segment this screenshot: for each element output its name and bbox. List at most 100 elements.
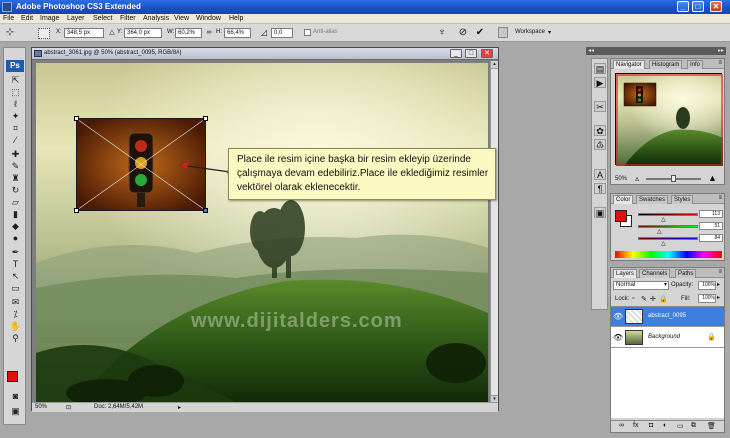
transform-handle-tl[interactable] (74, 116, 79, 121)
menu-edit[interactable]: Edit (21, 15, 33, 22)
tab-layers[interactable]: Layers (613, 269, 638, 278)
green-value[interactable]: 51 (699, 222, 723, 230)
dodge-tool-icon[interactable]: ● (9, 233, 22, 244)
blue-value[interactable]: 84 (699, 234, 723, 242)
navigator-zoom-value[interactable]: 50% (615, 176, 627, 182)
menu-view[interactable]: View (174, 15, 189, 22)
slice-tool-icon[interactable]: ⁄ (9, 135, 22, 146)
screen-mode-icon[interactable]: ▣ (9, 406, 22, 417)
tab-info[interactable]: Info (687, 60, 704, 69)
opacity-arrow-icon[interactable]: ▸ (717, 281, 720, 288)
type-tool-icon[interactable]: T (9, 259, 22, 270)
minimize-button[interactable]: _ (677, 1, 689, 12)
green-slider-thumb[interactable]: △ (657, 228, 662, 235)
transform-handle-br[interactable] (203, 208, 208, 213)
layer-name[interactable]: Background (648, 334, 680, 340)
transform-handle-tr[interactable] (203, 116, 208, 121)
quick-mask-icon[interactable]: ◙ (9, 391, 22, 402)
blur-tool-icon[interactable]: ◆ (9, 221, 22, 232)
fill-arrow-icon[interactable]: ▸ (717, 294, 720, 301)
blue-slider-thumb[interactable]: △ (661, 240, 666, 247)
width-field[interactable]: 60,2% (175, 28, 202, 38)
clone-source-icon[interactable]: ♳ (594, 139, 606, 150)
layer-mask-icon[interactable]: ◘ (649, 422, 653, 429)
palette-well-icon[interactable] (498, 27, 508, 38)
eraser-tool-icon[interactable]: ▱ (9, 197, 22, 208)
eyedropper-icon[interactable]: ⁒ (9, 309, 22, 320)
blend-mode-select[interactable]: Normal ▾ (613, 281, 669, 290)
foreground-color-swatch[interactable] (7, 371, 18, 382)
menu-help[interactable]: Help (229, 15, 243, 22)
transform-handle-bl[interactable] (74, 208, 79, 213)
history-panel-icon[interactable]: ▤ (594, 63, 606, 74)
link-layers-icon[interactable]: ∞ (619, 422, 624, 429)
pen-tool-icon[interactable]: ✒ (9, 247, 22, 258)
notes-tool-icon[interactable]: ✉ (9, 297, 22, 308)
clone-stamp-icon[interactable]: ♜ (9, 173, 22, 184)
path-selection-icon[interactable]: ↖ (9, 271, 22, 282)
vertical-scrollbar[interactable]: ▴ ▾ (490, 61, 498, 403)
y-position-field[interactable]: 364,0 px (124, 28, 162, 38)
color-fg-swatch[interactable] (615, 210, 627, 222)
delete-layer-icon[interactable]: 🗑 (707, 422, 716, 430)
layer-name[interactable]: abstract_0095 (648, 313, 686, 319)
tool-presets-icon[interactable]: ✂ (594, 101, 606, 112)
lock-transparency-icon[interactable]: ▫ (632, 295, 634, 302)
x-position-field[interactable]: 348,5 px (64, 28, 104, 38)
menu-layer[interactable]: Layer (67, 15, 85, 22)
antialias-checkbox[interactable] (304, 29, 311, 36)
hand-tool-icon[interactable]: ✋ (9, 321, 22, 332)
zoom-out-icon[interactable]: ▵ (635, 174, 639, 183)
layer-comps-icon[interactable]: ▣ (594, 207, 606, 218)
history-brush-icon[interactable]: ↻ (9, 185, 22, 196)
adjustment-layer-icon[interactable]: ◐ (663, 422, 667, 429)
tab-channels[interactable]: Channels (639, 269, 671, 278)
gradient-tool-icon[interactable]: ▮ (9, 209, 22, 220)
color-panel-menu-icon[interactable]: ≡ (718, 195, 722, 201)
zoom-tool-icon[interactable]: ⚲ (9, 333, 22, 344)
red-slider-thumb[interactable]: △ (661, 216, 666, 223)
layer-row[interactable]: 👁 Background 🔒 (611, 328, 724, 348)
move-tool-icon[interactable]: ⇱ (9, 75, 22, 86)
tab-color[interactable]: Color (613, 195, 634, 204)
menu-select[interactable]: Select (93, 15, 112, 22)
close-button[interactable]: ✕ (710, 1, 722, 12)
tab-styles[interactable]: Styles (671, 195, 694, 204)
warp-icon[interactable]: ♆ (436, 27, 448, 39)
lock-position-icon[interactable]: ✛ (650, 295, 656, 303)
doc-maximize-button[interactable]: □ (465, 49, 477, 58)
new-group-icon[interactable]: ▭ (677, 422, 684, 430)
tab-paths[interactable]: Paths (675, 269, 697, 278)
lock-pixels-icon[interactable]: ✎ (641, 295, 647, 303)
visibility-eye-icon[interactable]: 👁 (613, 312, 623, 321)
tab-swatches[interactable]: Swatches (636, 195, 669, 204)
fill-field[interactable]: 100% (698, 294, 716, 303)
layers-panel-menu-icon[interactable]: ≡ (718, 269, 722, 275)
doc-close-button[interactable]: ✕ (481, 49, 493, 58)
link-proportions-icon[interactable]: ∞ (203, 27, 215, 39)
navigator-zoom-thumb[interactable] (671, 175, 676, 182)
menu-image[interactable]: Image (40, 15, 59, 22)
zoom-level[interactable]: 50% (35, 404, 47, 410)
reference-point-icon[interactable] (38, 28, 50, 39)
magic-wand-icon[interactable]: ✦ (9, 111, 22, 122)
green-slider[interactable] (638, 225, 698, 228)
red-slider[interactable] (638, 213, 698, 216)
shape-tool-icon[interactable]: ▭ (9, 283, 22, 294)
doc-minimize-button[interactable]: _ (450, 49, 462, 58)
color-spectrum-bar[interactable] (615, 251, 722, 258)
healing-brush-icon[interactable]: ✚ (9, 149, 22, 160)
height-field[interactable]: 66,4% (224, 28, 251, 38)
workspace-label[interactable]: Workspace (515, 29, 545, 35)
angle-field[interactable]: 0,0 (271, 28, 293, 38)
visibility-eye-icon[interactable]: 👁 (613, 333, 623, 342)
marquee-tool-icon[interactable]: ⬚ (9, 87, 22, 98)
navigator-preview[interactable] (615, 73, 723, 166)
zoom-in-icon[interactable]: ▲ (708, 173, 717, 183)
brushes-panel-icon[interactable]: ✿ (594, 125, 606, 136)
paragraph-panel-icon[interactable]: ¶ (594, 183, 606, 194)
layer-style-icon[interactable]: fx (633, 422, 638, 429)
panel-menu-icon[interactable]: ≡ (718, 60, 722, 66)
document-canvas[interactable]: www.dijitalders.com (36, 63, 488, 402)
doc-info[interactable]: Doc: 2,64M/5,42M (94, 404, 143, 410)
